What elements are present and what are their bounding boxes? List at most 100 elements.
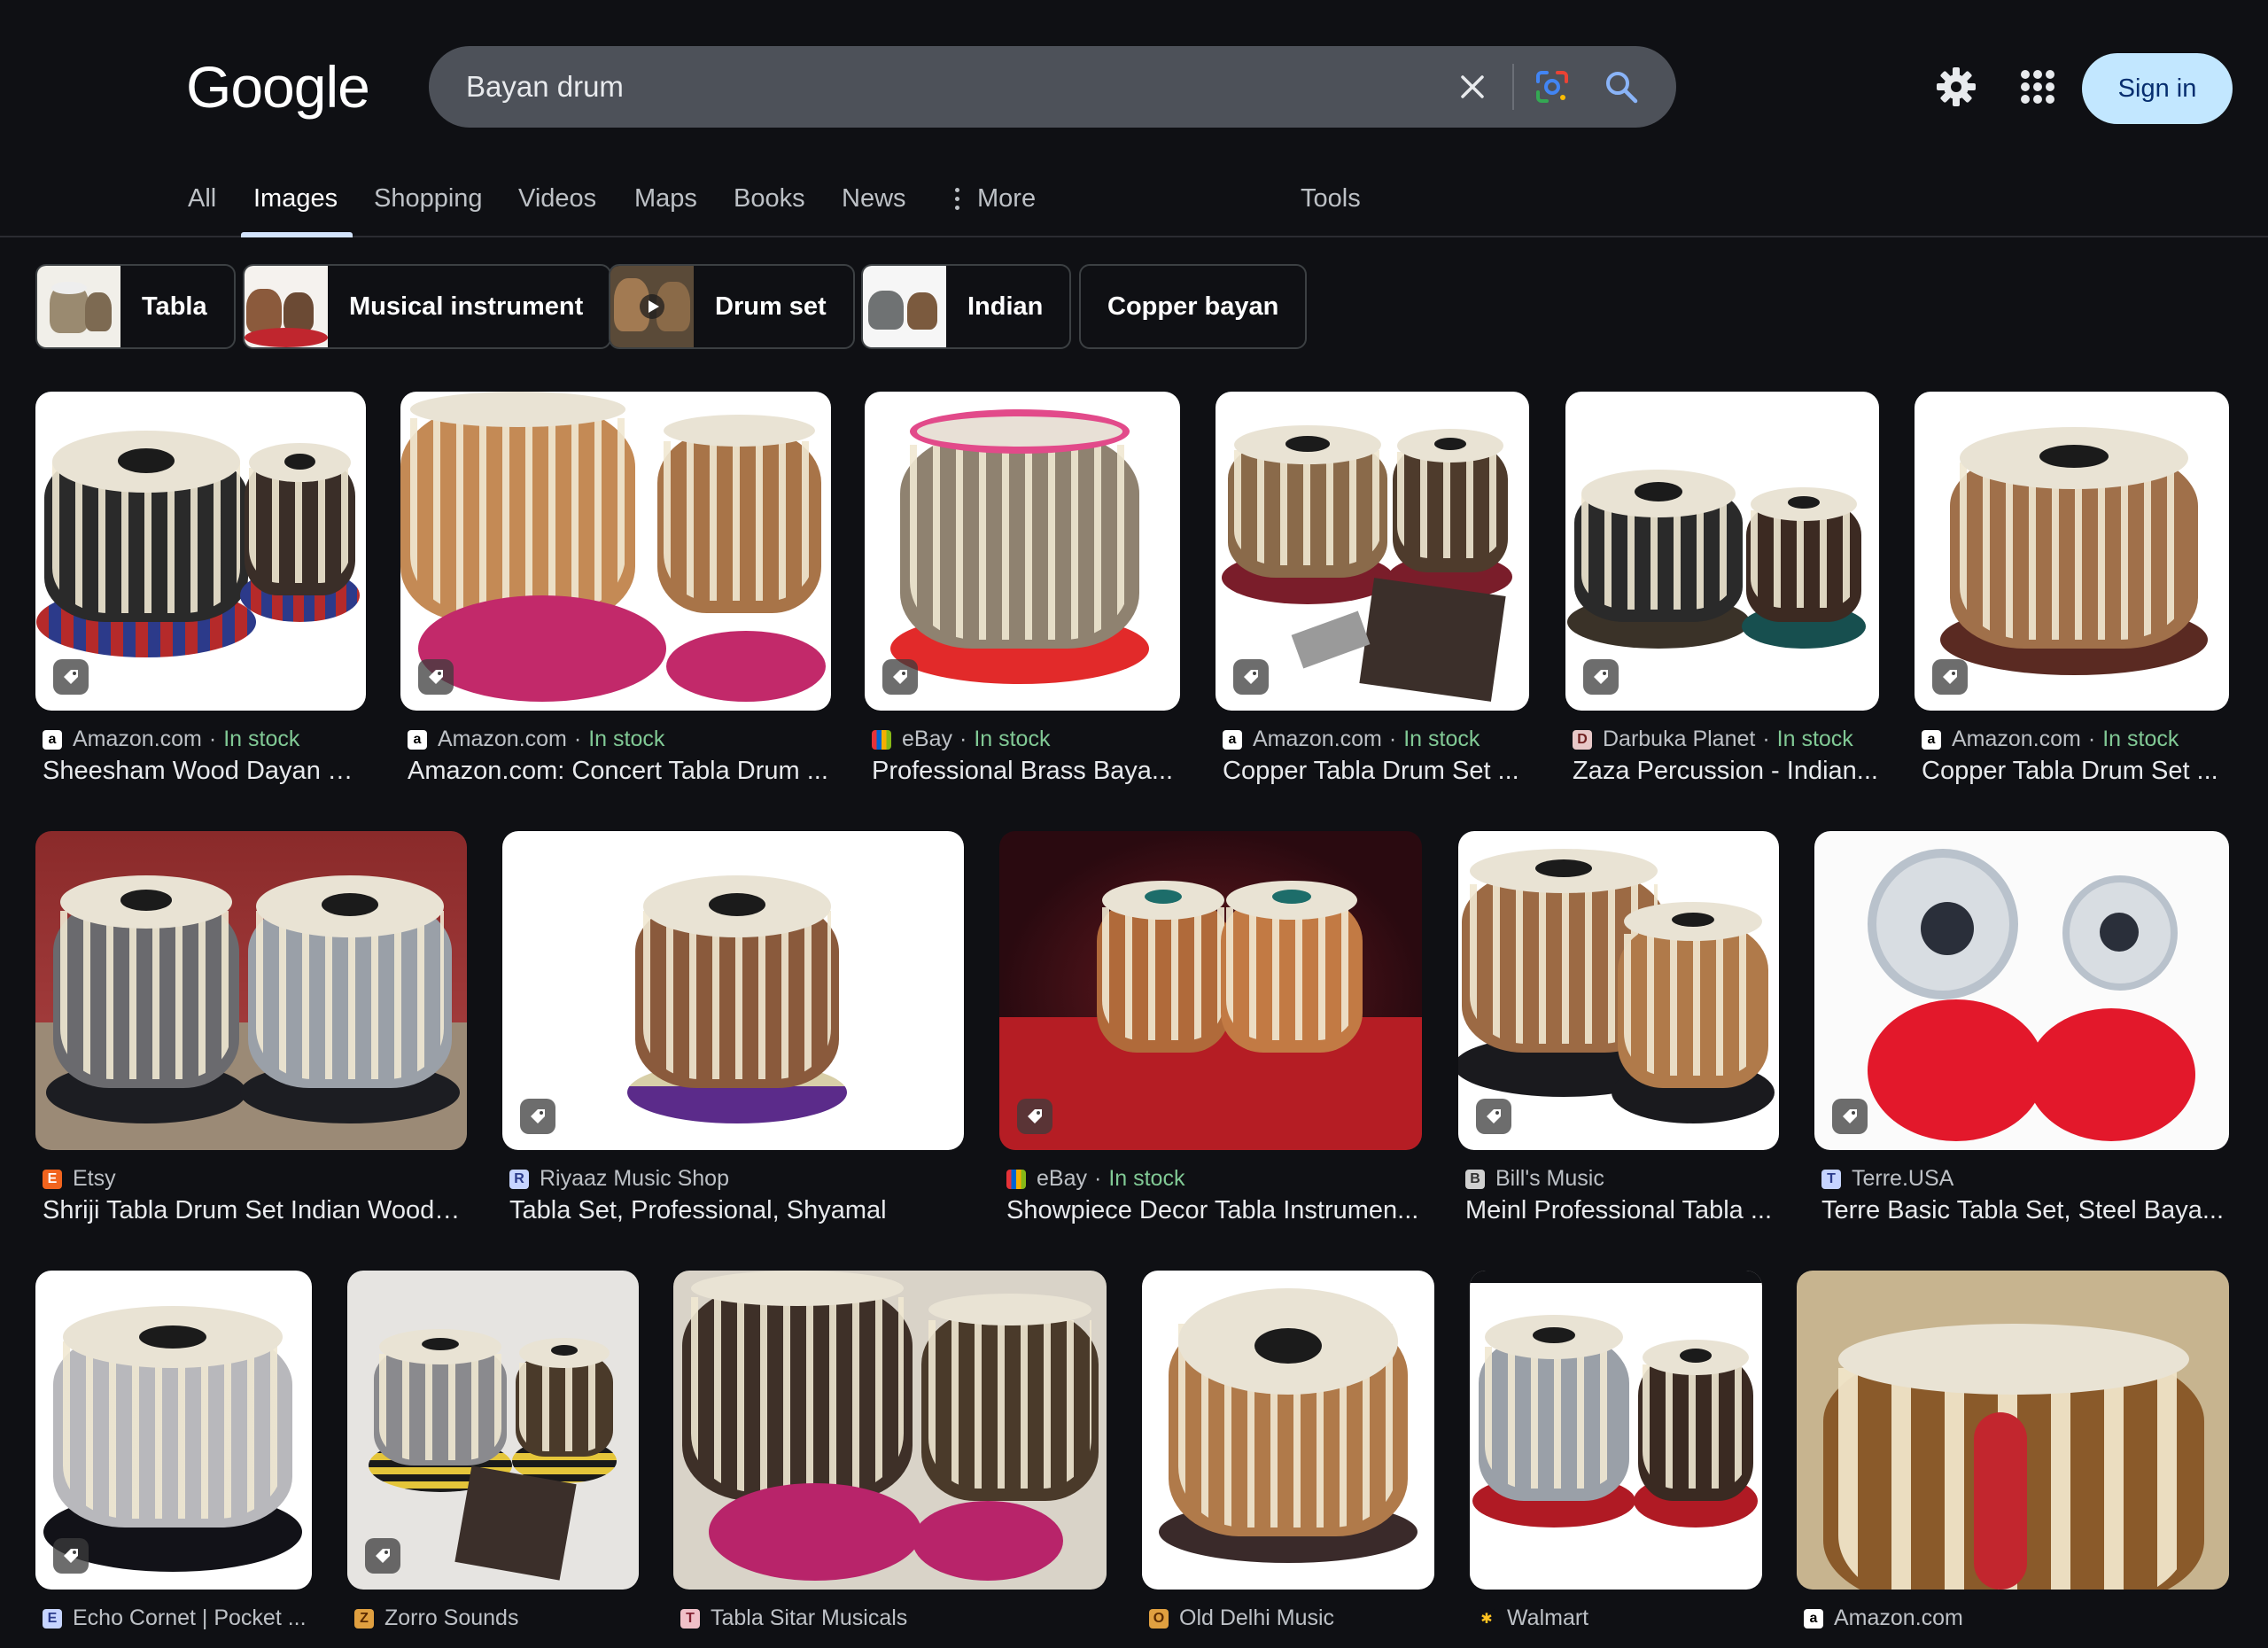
price-tag-icon <box>1017 1099 1052 1134</box>
tab-images[interactable]: Images <box>253 184 338 214</box>
result-title[interactable]: Professional Brass Baya... <box>872 757 1182 786</box>
result-source: T Tabla Sitar Musicals <box>680 1605 907 1631</box>
walmart-favicon-icon: ✱ <box>1477 1608 1496 1629</box>
price-tag-icon <box>1476 1099 1511 1134</box>
price-tag-icon <box>1932 659 1968 695</box>
chip-label: Drum set <box>715 292 827 321</box>
result-source: ✱ Walmart <box>1477 1605 1588 1631</box>
bills-music-favicon-icon: B <box>1465 1169 1485 1189</box>
price-tag-icon <box>365 1538 400 1574</box>
darbuka-favicon-icon: D <box>1573 729 1592 750</box>
result-title[interactable]: Terre Basic Tabla Set, Steel Baya... <box>1821 1196 2229 1225</box>
result-image[interactable] <box>35 1271 312 1590</box>
chip-label: Copper bayan <box>1107 292 1279 321</box>
chip-musical-instrument[interactable]: Musical instrument <box>243 264 612 349</box>
result-source: R Riyaaz Music Shop <box>509 1166 729 1192</box>
result-source: T Terre.USA <box>1821 1166 1953 1192</box>
result-title[interactable]: Shriji Tabla Drum Set Indian Woode... <box>43 1196 468 1225</box>
amazon-favicon-icon: a <box>1804 1608 1823 1629</box>
zorro-favicon-icon: Z <box>354 1608 374 1629</box>
result-image[interactable] <box>1470 1271 1762 1590</box>
result-title[interactable]: Showpiece Decor Tabla Instrumen... <box>1006 1196 1423 1225</box>
chip-indian[interactable]: Indian <box>861 264 1072 349</box>
price-tag-icon <box>1233 659 1269 695</box>
result-image[interactable] <box>502 831 964 1150</box>
apps-grid-icon[interactable] <box>2013 62 2062 112</box>
riyaaz-favicon-icon: R <box>509 1169 529 1189</box>
result-title[interactable]: Amazon.com: Concert Tabla Drum ... <box>408 757 833 786</box>
result-image[interactable] <box>1216 392 1529 711</box>
result-image[interactable] <box>347 1271 639 1590</box>
result-image[interactable] <box>865 392 1180 711</box>
result-source: a Amazon.com · In stock <box>43 727 299 752</box>
chip-thumbnail <box>863 266 946 347</box>
result-image[interactable] <box>1814 831 2229 1150</box>
result-source: Z Zorro Sounds <box>354 1605 518 1631</box>
old-delhi-favicon-icon: O <box>1149 1608 1169 1629</box>
tabla-sitar-favicon-icon: T <box>680 1608 700 1629</box>
amazon-favicon-icon: a <box>1922 729 1941 750</box>
etsy-favicon-icon: E <box>43 1169 62 1189</box>
tab-shopping[interactable]: Shopping <box>374 184 483 214</box>
result-source: a Amazon.com <box>1804 1605 1963 1631</box>
gear-icon[interactable] <box>1931 62 1981 112</box>
price-tag-icon <box>53 1538 89 1574</box>
more-vert-icon[interactable] <box>955 188 960 211</box>
google-logo[interactable]: Google <box>186 53 370 120</box>
tab-news[interactable]: News <box>842 184 906 214</box>
price-tag-icon <box>53 659 89 695</box>
close-icon[interactable] <box>1448 62 1497 112</box>
search-input[interactable] <box>466 64 1387 110</box>
result-source: a Amazon.com · In stock <box>1223 727 1480 752</box>
result-image[interactable] <box>999 831 1422 1150</box>
result-image[interactable] <box>400 392 831 711</box>
chip-label: Indian <box>967 292 1044 321</box>
price-tag-icon <box>882 659 918 695</box>
result-source: E Etsy <box>43 1166 116 1192</box>
search-divider <box>1512 64 1514 110</box>
result-title[interactable]: Copper Tabla Drum Set ... <box>1223 757 1528 786</box>
result-image[interactable] <box>1797 1271 2229 1590</box>
result-title[interactable]: Zaza Percussion - Indian... <box>1573 757 1878 786</box>
chip-thumbnail <box>245 266 328 347</box>
result-image[interactable] <box>673 1271 1107 1590</box>
amazon-favicon-icon: a <box>1223 729 1242 750</box>
result-title[interactable]: Sheesham Wood Dayan T... <box>43 757 361 786</box>
result-title[interactable]: Copper Tabla Drum Set ... <box>1922 757 2227 786</box>
sign-in-button[interactable]: Sign in <box>2082 53 2233 124</box>
amazon-favicon-icon: a <box>43 729 62 750</box>
tab-maps[interactable]: Maps <box>634 184 697 214</box>
tab-tools[interactable]: Tools <box>1301 184 1361 214</box>
result-image[interactable] <box>1142 1271 1434 1590</box>
tab-all[interactable]: All <box>188 184 216 214</box>
result-source: a Amazon.com · In stock <box>408 727 664 752</box>
tab-videos[interactable]: Videos <box>518 184 596 214</box>
chip-drum-set[interactable]: Drum set <box>609 264 855 349</box>
search-bar[interactable] <box>429 46 1676 128</box>
result-source: eBay · In stock <box>872 727 1050 752</box>
result-image[interactable] <box>1915 392 2229 711</box>
result-source: B Bill's Music <box>1465 1166 1604 1192</box>
chip-label: Musical instrument <box>349 292 584 321</box>
tab-books[interactable]: Books <box>734 184 805 214</box>
echo-cornet-favicon-icon: E <box>43 1608 62 1629</box>
search-icon[interactable] <box>1596 62 1646 112</box>
result-title[interactable]: Meinl Professional Tabla ... <box>1465 1196 1780 1225</box>
result-image[interactable] <box>35 831 467 1150</box>
result-image[interactable] <box>1565 392 1879 711</box>
result-source: D Darbuka Planet · In stock <box>1573 727 1853 752</box>
chip-thumbnail <box>610 266 694 347</box>
price-tag-icon <box>1832 1099 1868 1134</box>
chip-copper-bayan[interactable]: Copper bayan <box>1079 264 1308 349</box>
search-tabs: All Images Shopping Videos Maps Books Ne… <box>0 177 2268 237</box>
result-title[interactable]: Tabla Set, Professional, Shyamal <box>509 1196 966 1225</box>
amazon-favicon-icon: a <box>408 729 427 750</box>
price-tag-icon <box>520 1099 555 1134</box>
google-lens-icon[interactable] <box>1527 62 1577 112</box>
result-image[interactable] <box>35 392 366 711</box>
result-source: O Old Delhi Music <box>1149 1605 1334 1631</box>
chip-tabla[interactable]: Tabla <box>35 264 236 349</box>
terre-favicon-icon: T <box>1821 1169 1841 1189</box>
result-image[interactable] <box>1458 831 1779 1150</box>
tab-more[interactable]: More <box>977 184 1036 214</box>
